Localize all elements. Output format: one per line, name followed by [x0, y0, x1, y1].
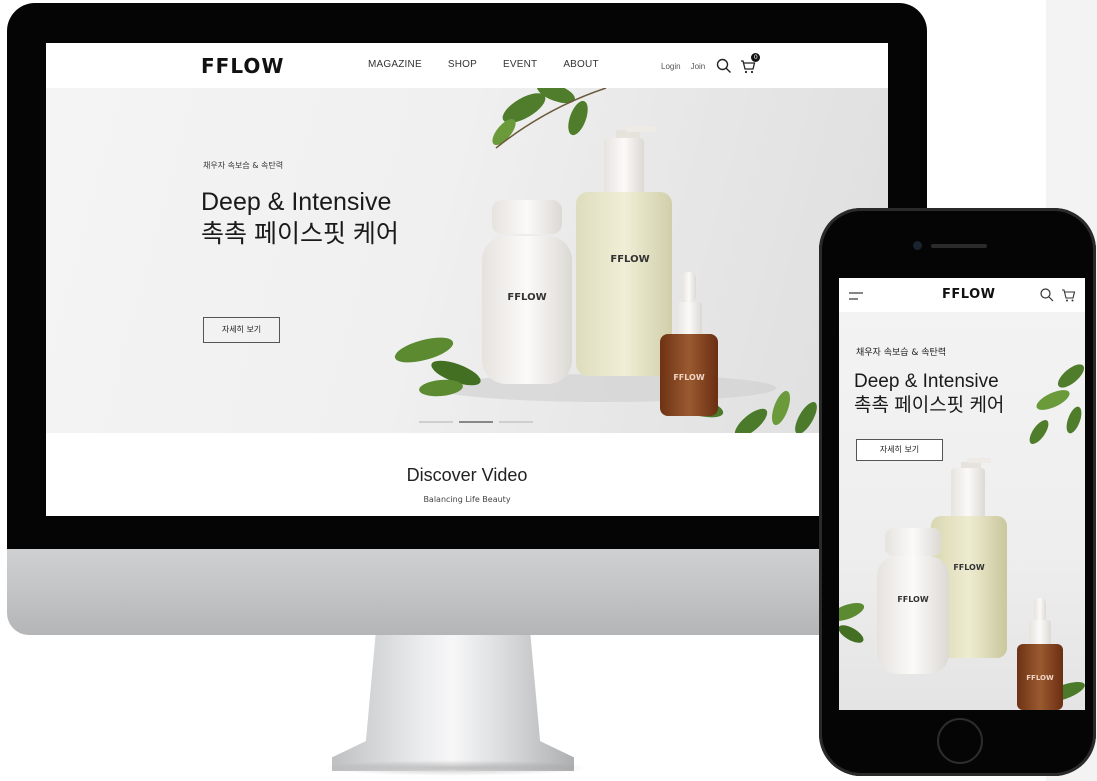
white-bottle-label: FFLOW [507, 292, 546, 303]
utility-menu: Login Join 0 [661, 53, 763, 75]
mobile-hero-title-line2: 촉촉 페이스핏 케어 [854, 395, 1005, 416]
mobile-bottle-label: FFLOW [897, 595, 929, 604]
mobile-brand-logo[interactable]: FFLOW [942, 287, 995, 302]
slider-dot[interactable] [419, 421, 453, 423]
mobile-hero-title-line1: Deep & Intensive [854, 371, 999, 392]
brand-logo[interactable]: FFLOW [201, 54, 284, 78]
hero-banner: FFLOW FFLOW FFLOW 채우자 속보습 & 속탄력 Deep & I… [46, 88, 888, 433]
hamburger-menu-icon[interactable] [847, 288, 865, 307]
mobile-search-icon[interactable] [1039, 287, 1055, 307]
dropper-bottle-label: FFLOW [673, 373, 705, 382]
slider-pagination [419, 421, 533, 423]
mobile-screen: FFLOW FFLOW FFLOW FFLOW 채우자 속보습 & 속탄력 De… [839, 278, 1085, 710]
nav-item-about[interactable]: ABOUT [563, 59, 598, 70]
nav-item-magazine[interactable]: MAGAZINE [368, 59, 422, 70]
mobile-hero-kicker: 채우자 속보습 & 속탄력 [856, 348, 947, 358]
nav-item-event[interactable]: EVENT [503, 59, 537, 70]
hero-title: Deep & Intensive 촉촉 페이스핏 케어 [201, 186, 399, 250]
mobile-pump-label: FFLOW [953, 563, 985, 572]
cart-icon[interactable]: 0 [739, 53, 761, 75]
hero-title-line2: 촉촉 페이스핏 케어 [201, 220, 399, 248]
mobile-hero-detail-button[interactable]: 자세히 보기 [856, 439, 943, 461]
desktop-navbar: FFLOW MAGAZINE SHOP EVENT ABOUT Login Jo… [46, 43, 888, 88]
join-link[interactable]: Join [691, 62, 706, 71]
section-title: Discover Video [406, 465, 528, 485]
main-menu: MAGAZINE SHOP EVENT ABOUT [368, 59, 625, 70]
login-link[interactable]: Login [661, 62, 681, 71]
hero-detail-button[interactable]: 자세히 보기 [203, 317, 280, 343]
search-icon[interactable] [715, 57, 733, 75]
desktop-monitor: FFLOW MAGAZINE SHOP EVENT ABOUT Login Jo… [7, 3, 927, 635]
slider-dot[interactable] [499, 421, 533, 423]
hero-kicker: 채우자 속보습 & 속탄력 [203, 161, 284, 170]
mobile-hero-title: Deep & Intensive 촉촉 페이스핏 케어 [854, 370, 1004, 418]
slider-dot-active[interactable] [459, 421, 493, 423]
mobile-dropper-label: FFLOW [1026, 674, 1054, 682]
mobile-navbar: FFLOW [839, 278, 1085, 312]
cart-count-badge: 0 [751, 53, 761, 62]
stand-shadow [320, 760, 590, 776]
section-subtitle: Balancing Life Beauty [423, 495, 511, 504]
front-camera [913, 241, 922, 250]
mobile-phone: FFLOW FFLOW FFLOW FFLOW 채우자 속보습 & 속탄력 De… [819, 208, 1096, 776]
phone-speaker [931, 244, 987, 248]
mobile-hero-banner: FFLOW FFLOW FFLOW 채우자 속보습 & 속탄력 Deep & I… [839, 312, 1085, 710]
nav-item-shop[interactable]: SHOP [448, 59, 477, 70]
pump-bottle-label: FFLOW [610, 254, 649, 265]
desktop-screen: FFLOW MAGAZINE SHOP EVENT ABOUT Login Jo… [46, 43, 888, 516]
monitor-stand [332, 635, 574, 771]
hero-title-line1: Deep & Intensive [201, 188, 392, 216]
monitor-chin [7, 549, 927, 635]
home-button[interactable] [937, 718, 983, 764]
mobile-cart-icon[interactable] [1061, 287, 1077, 307]
hero-product-image: FFLOW FFLOW FFLOW [394, 88, 817, 433]
